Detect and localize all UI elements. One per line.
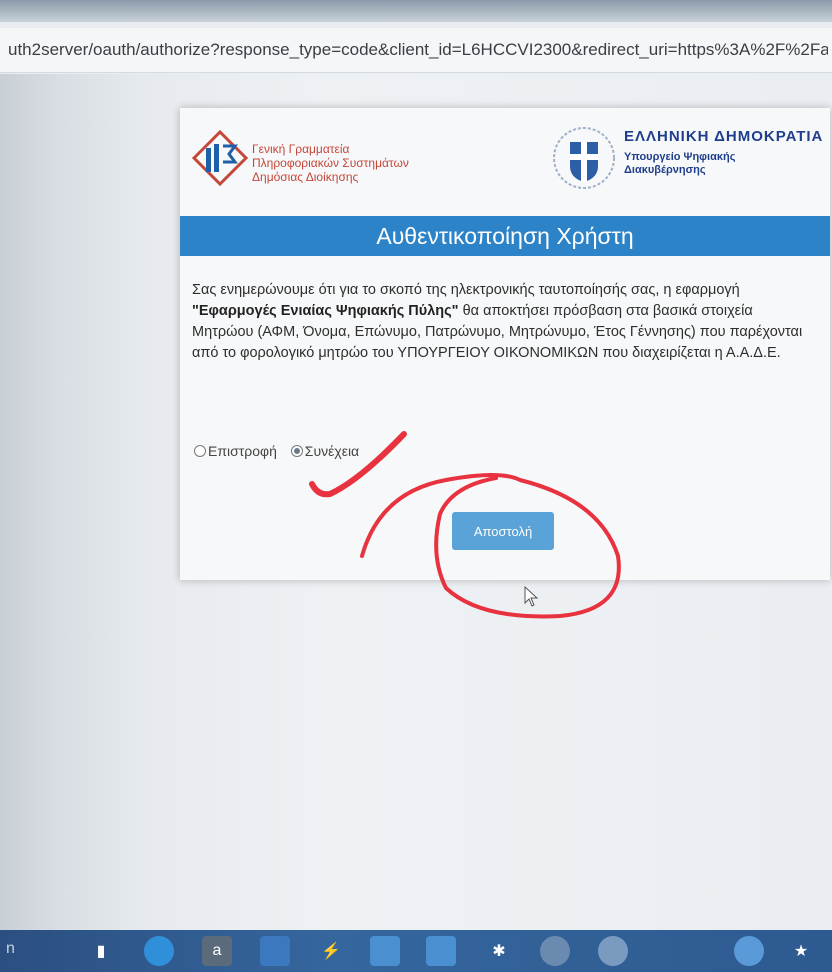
ministry-block: ΕΛΛΗΝΙΚΗ ΔΗΜΟΚΡΑΤΙΑ Υπουργείο Ψηφιακής Δ…: [624, 128, 823, 177]
page-title: Αυθεντικοποίηση Χρήστη: [180, 216, 830, 256]
monitor-bezel: [0, 0, 832, 22]
file-explorer-icon[interactable]: [260, 936, 290, 966]
task-view-icon[interactable]: ▮: [86, 936, 116, 966]
app-icon[interactable]: ⚡: [316, 936, 346, 966]
address-bar[interactable]: uth2server/oauth/authorize?response_type…: [0, 28, 832, 73]
gsis-logo-icon: [191, 129, 248, 187]
chrome-icon[interactable]: [540, 936, 570, 966]
firefox-icon[interactable]: [598, 936, 628, 966]
republic-title: ΕΛΛΗΝΙΚΗ ΔΗΜΟΚΡΑΤΙΑ: [624, 128, 824, 145]
mail-icon[interactable]: [426, 936, 456, 966]
edge-icon[interactable]: [144, 936, 174, 966]
mouse-cursor-icon: [524, 586, 539, 607]
greek-emblem-icon: [553, 127, 615, 189]
ministry-line2: Διακυβέρνησης: [624, 164, 706, 176]
amazon-icon[interactable]: a: [202, 936, 232, 966]
url-text[interactable]: uth2server/oauth/authorize?response_type…: [8, 40, 828, 60]
app-name: "Εφαρμογές Ενιαίας Ψηφιακής Πύλης": [192, 303, 459, 319]
taskbar: n ▮ a ⚡ ✱ ★: [0, 930, 832, 972]
consent-notice: Σας ενημερώνουμε ότι για το σκοπό της ηλ…: [192, 280, 818, 364]
submit-button[interactable]: Αποστολή: [452, 512, 554, 550]
dropbox-icon[interactable]: ✱: [484, 936, 514, 966]
auth-card: Γενική Γραμματεία Πληροφοριακών Συστημάτ…: [180, 108, 830, 580]
ministry-line1: Υπουργείο Ψηφιακής: [624, 151, 736, 163]
continue-label[interactable]: Συνέχεια: [305, 443, 359, 459]
gsis-line3: Δημόσιας Διοίκησης: [252, 170, 359, 184]
store-icon[interactable]: [370, 936, 400, 966]
continue-radio[interactable]: Συνέχεια: [290, 443, 359, 459]
tray-star-icon[interactable]: ★: [786, 936, 816, 966]
consent-options: Επιστροφή Συνέχεια: [194, 443, 369, 460]
return-radio-button[interactable]: [194, 445, 206, 457]
gsis-name: Γενική Γραμματεία Πληροφοριακών Συστημάτ…: [252, 142, 409, 184]
taskbar-search[interactable]: n: [6, 940, 15, 958]
continue-radio-button[interactable]: [290, 445, 303, 457]
tray-icon[interactable]: [734, 936, 764, 966]
return-radio[interactable]: Επιστροφή: [194, 443, 277, 459]
card-header: Γενική Γραμματεία Πληροφοριακών Συστημάτ…: [180, 108, 830, 210]
gsis-line1: Γενική Γραμματεία: [252, 142, 350, 156]
gsis-line2: Πληροφοριακών Συστημάτων: [252, 156, 409, 170]
ministry-name: Υπουργείο Ψηφιακής Διακυβέρνησης: [624, 151, 823, 177]
return-label[interactable]: Επιστροφή: [208, 443, 277, 459]
notice-part1: Σας ενημερώνουμε ότι για το σκοπό της ηλ…: [192, 282, 740, 298]
